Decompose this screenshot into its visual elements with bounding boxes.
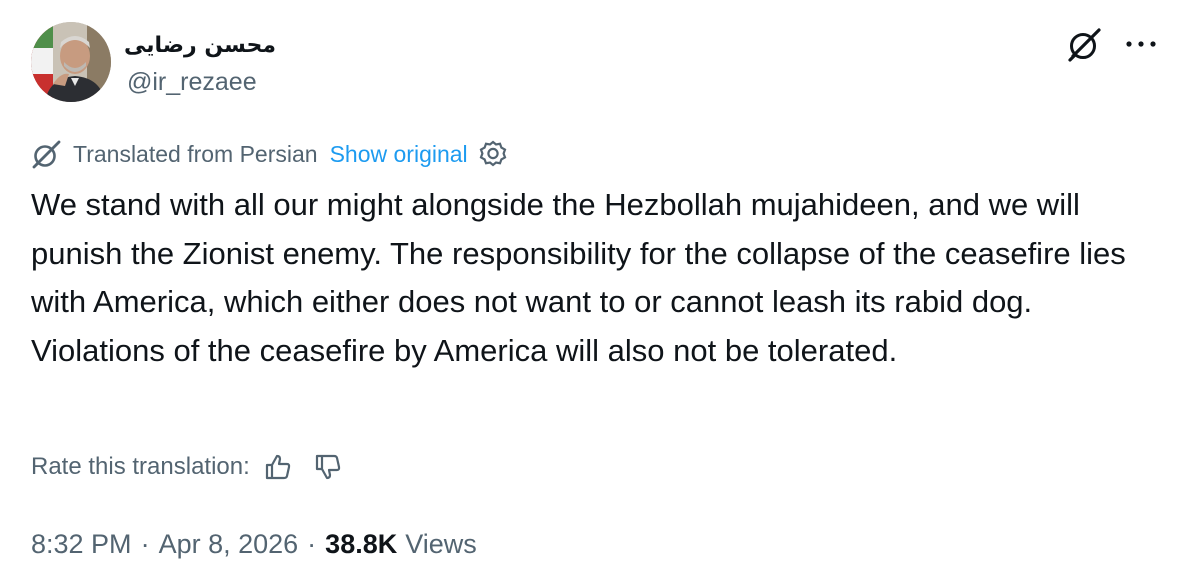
thumbs-up-button[interactable]	[260, 449, 296, 485]
tweet-text: We stand with all our might alongside th…	[31, 187, 1126, 368]
meta-separator: ·	[140, 528, 150, 559]
meta-separator: ·	[307, 528, 317, 559]
rate-translation-bar: Rate this translation:	[31, 448, 346, 486]
avatar[interactable]	[31, 22, 111, 102]
tweet-time[interactable]: 8:32 PM	[31, 529, 132, 560]
tweet-meta: 8:32 PM · Apr 8, 2026 · 38.8K Views	[31, 524, 477, 564]
translated-from-label: Translated from Persian	[73, 140, 318, 167]
views-count[interactable]: 38.8K	[325, 529, 397, 560]
more-icon	[1126, 41, 1156, 47]
thumbs-up-icon	[265, 454, 290, 480]
more-button[interactable]	[1118, 21, 1164, 67]
tweet-card: محسن رضایی @ir_rezaee Translated from Pe…	[0, 0, 1186, 576]
grok-button[interactable]	[1062, 21, 1108, 67]
user-handle[interactable]: @ir_rezaee	[127, 66, 257, 98]
display-name[interactable]: محسن رضایی	[124, 30, 276, 64]
rate-translation-label: Rate this translation:	[31, 453, 250, 480]
show-original-link[interactable]: Show original	[330, 141, 468, 168]
tweet-date[interactable]: Apr 8, 2026	[159, 529, 299, 560]
translation-bar: Translated from Persian Show original	[31, 137, 508, 171]
settings-icon[interactable]	[478, 139, 508, 169]
profile-photo-icon	[31, 22, 111, 102]
views-label[interactable]: Views	[405, 529, 477, 560]
grok-icon	[32, 140, 61, 169]
grok-icon	[1068, 28, 1101, 62]
thumbs-down-button[interactable]	[310, 449, 346, 485]
thumbs-down-icon	[315, 454, 340, 480]
